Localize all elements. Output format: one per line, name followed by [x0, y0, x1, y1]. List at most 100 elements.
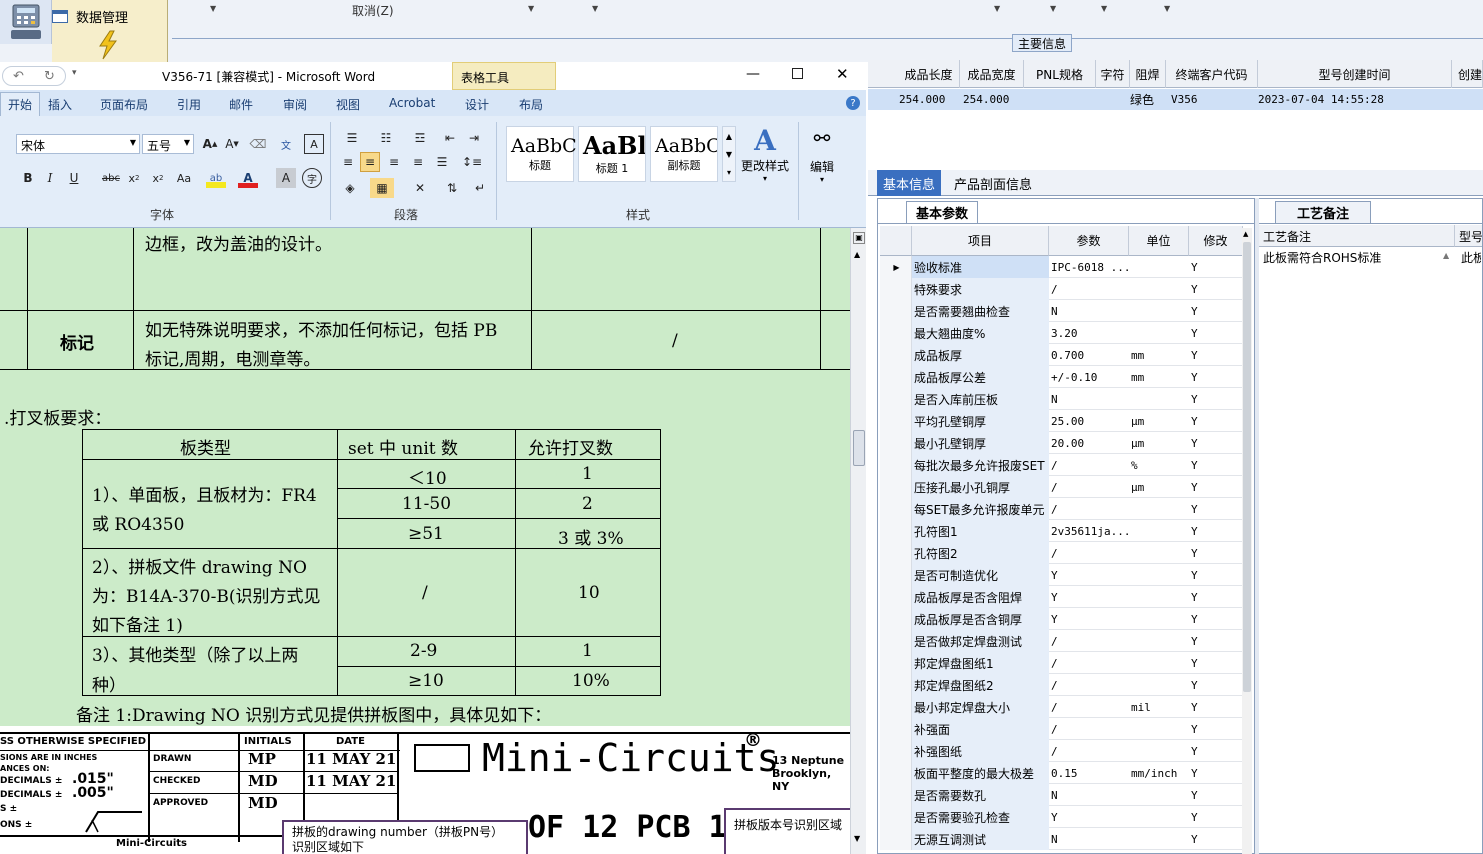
font-color-icon[interactable]: A — [238, 168, 258, 188]
chevron-up-icon[interactable]: ▲ — [1243, 230, 1248, 238]
param-row[interactable]: 孔符图2/ Y — [880, 542, 1243, 564]
highlight-icon[interactable]: ab — [206, 168, 226, 188]
tab-references[interactable]: 引用 — [177, 96, 201, 113]
change-case-icon[interactable]: Aa — [172, 168, 196, 188]
dropdown-arrow-icon[interactable]: ▼ — [1101, 4, 1107, 13]
subscript-icon[interactable]: x2 — [124, 168, 144, 188]
style-subtitle[interactable]: AaBbC 副标题 — [650, 126, 718, 182]
help-icon[interactable]: ? — [846, 96, 860, 110]
shading-icon[interactable]: ◈ — [338, 178, 362, 198]
font-name-combo[interactable]: 宋体 ▼ — [16, 134, 140, 154]
param-row[interactable]: 是否需要翘曲检查 N Y — [880, 300, 1243, 322]
chevron-down-icon[interactable]: ▼ — [726, 150, 732, 159]
dropdown-arrow-icon[interactable]: ▼ — [592, 4, 598, 13]
column-header[interactable]: 型号创建时间 — [1258, 60, 1452, 88]
param-row[interactable]: 压接孔最小孔铜厚 / μm Y — [880, 476, 1243, 498]
tab-review[interactable]: 审阅 — [283, 96, 307, 113]
param-value[interactable]: N — [1049, 784, 1129, 806]
tab-design[interactable]: 设计 — [465, 96, 489, 113]
cancel-button[interactable]: 取消(Z) — [352, 2, 394, 19]
word-vertical-scrollbar[interactable]: ▣ ▲ ▼ — [850, 228, 866, 854]
params-scrollbar[interactable]: ▲ — [1242, 228, 1252, 854]
decrease-indent-icon[interactable]: ⇤ — [440, 128, 460, 148]
tab-view[interactable]: 视图 — [336, 96, 360, 113]
redo-icon[interactable]: ↻ — [44, 69, 55, 84]
param-row[interactable]: 孔符图1 2v35611ja... Y — [880, 520, 1243, 542]
chevron-down-icon[interactable]: ▼ — [854, 834, 860, 843]
strikethrough-icon[interactable]: abc — [100, 168, 122, 188]
param-row[interactable]: 是否需要验孔检查 Y Y — [880, 806, 1243, 828]
param-value[interactable]: / — [1049, 542, 1129, 564]
column-header[interactable]: 字符 — [1096, 60, 1130, 88]
dropdown-arrow-icon[interactable]: ▼ — [1164, 4, 1170, 13]
param-value[interactable]: / — [1049, 652, 1129, 674]
bullets-icon[interactable]: ☰ — [338, 128, 366, 148]
tab-craft-notes[interactable]: 工艺备注 — [1275, 201, 1371, 223]
column-header[interactable]: PNL规格 — [1024, 60, 1096, 88]
param-value[interactable]: 25.00 — [1049, 410, 1129, 432]
dropdown-arrow-icon[interactable]: ▼ — [994, 4, 1000, 13]
param-value[interactable]: / — [1049, 674, 1129, 696]
underline-icon[interactable]: U — [64, 168, 84, 188]
param-row[interactable]: 板面平整度的最大极差 0.15 mm/inch Y — [880, 762, 1243, 784]
param-value[interactable]: 0.15 — [1049, 762, 1129, 784]
param-row[interactable]: 邦定焊盘图纸1/ Y — [880, 652, 1243, 674]
column-header[interactable]: 终端客户代码 — [1166, 60, 1258, 88]
tab-home[interactable]: 开始 — [0, 92, 40, 116]
borders-icon[interactable]: ▦ — [370, 178, 394, 198]
style-title[interactable]: AaBbC 标题 — [506, 126, 577, 182]
param-row[interactable]: 成品板厚是否含铜厚 Y Y — [880, 608, 1243, 630]
param-row[interactable]: 补强面 / Y — [880, 718, 1243, 740]
distribute-icon[interactable]: ☰ — [432, 152, 452, 172]
splitter[interactable] — [1255, 198, 1259, 854]
tab-layout[interactable]: 布局 — [519, 96, 543, 113]
pinyin-icon[interactable]: 文 — [276, 134, 296, 154]
param-row[interactable]: 平均孔壁铜厚 25.00 μm Y — [880, 410, 1243, 432]
font-size-combo[interactable]: 五号 ▼ — [142, 134, 194, 154]
param-value[interactable]: 2v35611ja... — [1049, 520, 1129, 542]
param-value[interactable]: Y — [1049, 806, 1129, 828]
table-row[interactable]: 254.000 254.000 绿色 V356 2023-07-04 14:55… — [868, 89, 1483, 110]
line-spacing-icon[interactable]: ↕≡ — [458, 152, 486, 172]
header-craft-note[interactable]: 工艺备注 — [1259, 225, 1455, 247]
document-area[interactable]: 边框，改为盖油的设计。 标记 如无特殊说明要求，不添加任何标记，包括 PB 标记… — [0, 228, 850, 854]
param-row[interactable]: 补强图纸 / Y — [880, 740, 1243, 762]
align-right-icon[interactable]: ≡ — [384, 152, 404, 172]
sort-icon[interactable]: ⇅ — [442, 178, 462, 198]
quick-access-toolbar[interactable]: ↶ ↻ — [2, 66, 66, 86]
param-value[interactable]: IPC-6018 ... — [1049, 256, 1129, 278]
data-management-menu[interactable]: 数据管理 — [52, 0, 168, 62]
ruler-toggle-icon[interactable]: ▣ — [853, 232, 865, 244]
maximize-icon[interactable] — [792, 68, 803, 79]
tab-page-layout[interactable]: 页面布局 — [100, 96, 148, 113]
param-value[interactable]: 3.20 — [1049, 322, 1129, 344]
param-row[interactable]: 最大翘曲度% 3.20 Y — [880, 322, 1243, 344]
italic-icon[interactable]: I — [40, 168, 60, 188]
column-header[interactable]: 成品宽度 — [960, 60, 1024, 88]
dropdown-arrow-icon[interactable]: ▼ — [1050, 4, 1056, 13]
header-mod[interactable]: 修改 — [1189, 226, 1243, 256]
param-row[interactable]: 成品板厚公差 +/-0.10 mm Y — [880, 366, 1243, 388]
param-value[interactable]: / — [1049, 454, 1129, 476]
param-value[interactable]: / — [1049, 718, 1129, 740]
dropdown-arrow-icon[interactable]: ▼ — [528, 4, 534, 13]
param-value[interactable]: Y — [1049, 586, 1129, 608]
param-value[interactable]: / — [1049, 630, 1129, 652]
dropdown-arrow-icon[interactable]: ▼ — [210, 4, 216, 13]
column-header[interactable]: 阻焊 — [1130, 60, 1166, 88]
numbering-icon[interactable]: ☷ — [372, 128, 400, 148]
param-row[interactable]: 是否入库前压板 N Y — [880, 388, 1243, 410]
grow-font-icon[interactable]: A ▲ — [200, 134, 220, 154]
header-item[interactable]: 项目 — [912, 226, 1049, 256]
calculator-icon[interactable] — [0, 0, 52, 44]
tab-mailings[interactable]: 邮件 — [229, 96, 253, 113]
param-value[interactable]: / — [1049, 498, 1129, 520]
param-row[interactable]: 成品板厚 0.700 mm Y — [880, 344, 1243, 366]
clear-format-icon[interactable]: ⌫ — [248, 134, 268, 154]
chevron-up-icon[interactable]: ▲ — [854, 250, 860, 259]
align-left-icon[interactable]: ≡ — [338, 152, 358, 172]
show-marks-icon[interactable]: ↵ — [470, 178, 490, 198]
lightning-icon[interactable] — [96, 30, 120, 63]
tab-insert[interactable]: 插入 — [48, 96, 72, 113]
param-row[interactable]: 成品板厚是否含阻焊 Y Y — [880, 586, 1243, 608]
